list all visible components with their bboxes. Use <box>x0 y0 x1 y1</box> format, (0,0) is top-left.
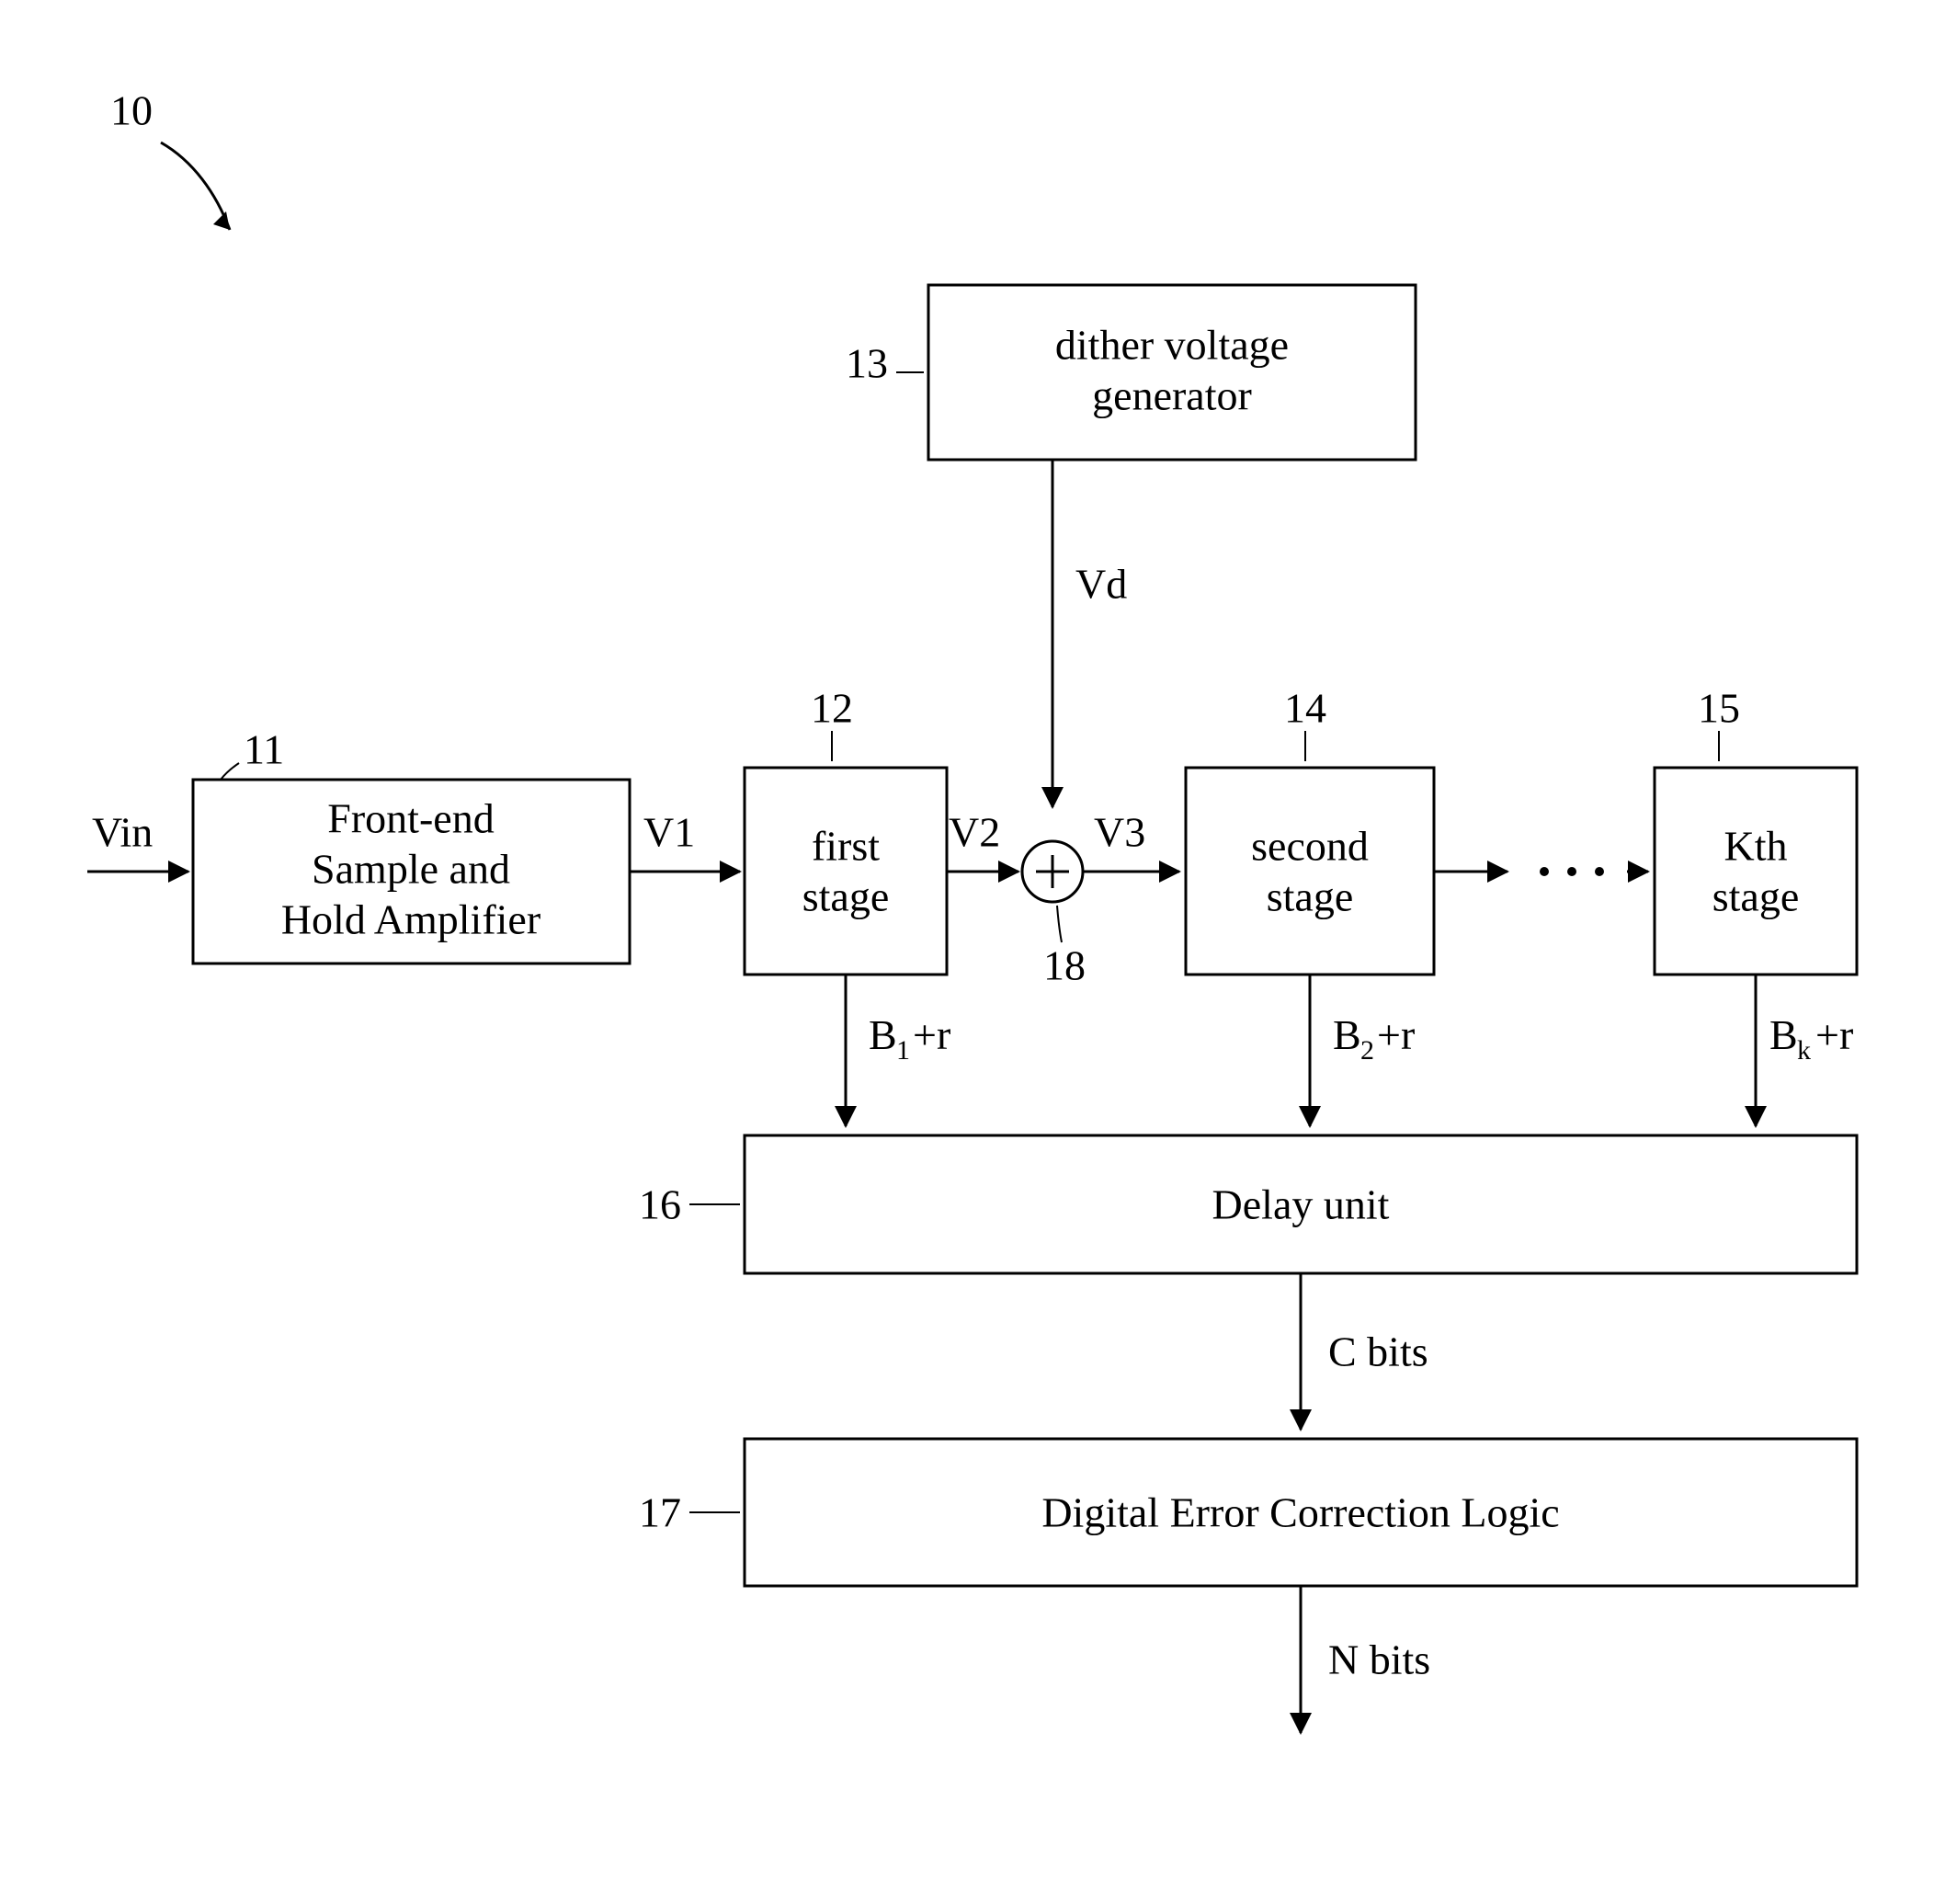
svg-text:k: k <box>1797 1035 1811 1066</box>
svg-text:+r: +r <box>1377 1011 1415 1058</box>
kth-stage-label-line2: stage <box>1712 873 1800 920</box>
kth-stage-block <box>1655 768 1857 975</box>
signal-b2-label: B 2 +r <box>1333 1011 1415 1066</box>
sha-label-line1: Front-end <box>327 795 494 842</box>
svg-text:+r: +r <box>1815 1011 1853 1058</box>
sha-label-line3: Hold Amplifier <box>281 896 540 943</box>
ref-11: 11 <box>244 726 284 773</box>
signal-vin-label: Vin <box>92 809 153 856</box>
second-stage-label-line1: second <box>1251 823 1369 870</box>
first-stage-label-line2: stage <box>802 873 890 920</box>
svg-text:B: B <box>869 1011 897 1058</box>
svg-text:+r: +r <box>913 1011 950 1058</box>
ref-17: 17 <box>639 1489 681 1536</box>
ellipsis-dot <box>1540 867 1549 876</box>
kth-stage-label-line1: Kth <box>1724 823 1788 870</box>
ref-15: 15 <box>1698 685 1740 732</box>
signal-vd-label: Vd <box>1075 561 1127 608</box>
ref-16: 16 <box>639 1181 681 1228</box>
ellipsis-dot <box>1567 867 1576 876</box>
svg-text:2: 2 <box>1360 1035 1374 1066</box>
signal-v1-label: V1 <box>643 809 695 856</box>
signal-bk-label: B k +r <box>1769 1011 1853 1066</box>
dither-generator-label-line1: dither voltage <box>1055 322 1289 369</box>
first-stage-block <box>745 768 947 975</box>
figure-number: 10 <box>110 87 153 134</box>
ref-13: 13 <box>846 340 888 387</box>
figure-leader <box>161 143 230 230</box>
signal-v3-label: V3 <box>1094 809 1145 856</box>
second-stage-block <box>1186 768 1434 975</box>
svg-text:B: B <box>1333 1011 1361 1058</box>
ellipsis-dot <box>1595 867 1604 876</box>
signal-b1-label: B 1 +r <box>869 1011 950 1066</box>
signal-v2-label: V2 <box>949 809 1000 856</box>
ref-18: 18 <box>1043 942 1086 989</box>
dither-generator-label-line2: generator <box>1092 372 1252 419</box>
ref-12: 12 <box>811 685 853 732</box>
signal-nbits-label: N bits <box>1328 1636 1430 1683</box>
sha-label-line2: Sample and <box>312 846 510 893</box>
svg-text:B: B <box>1769 1011 1798 1058</box>
first-stage-label-line1: first <box>812 823 880 870</box>
signal-cbits-label: C bits <box>1328 1328 1428 1375</box>
dec-logic-label: Digital Error Correction Logic <box>1041 1489 1559 1536</box>
ref-14: 14 <box>1284 685 1326 732</box>
second-stage-label-line2: stage <box>1267 873 1354 920</box>
svg-text:1: 1 <box>896 1035 910 1066</box>
delay-unit-label: Delay unit <box>1212 1181 1390 1228</box>
